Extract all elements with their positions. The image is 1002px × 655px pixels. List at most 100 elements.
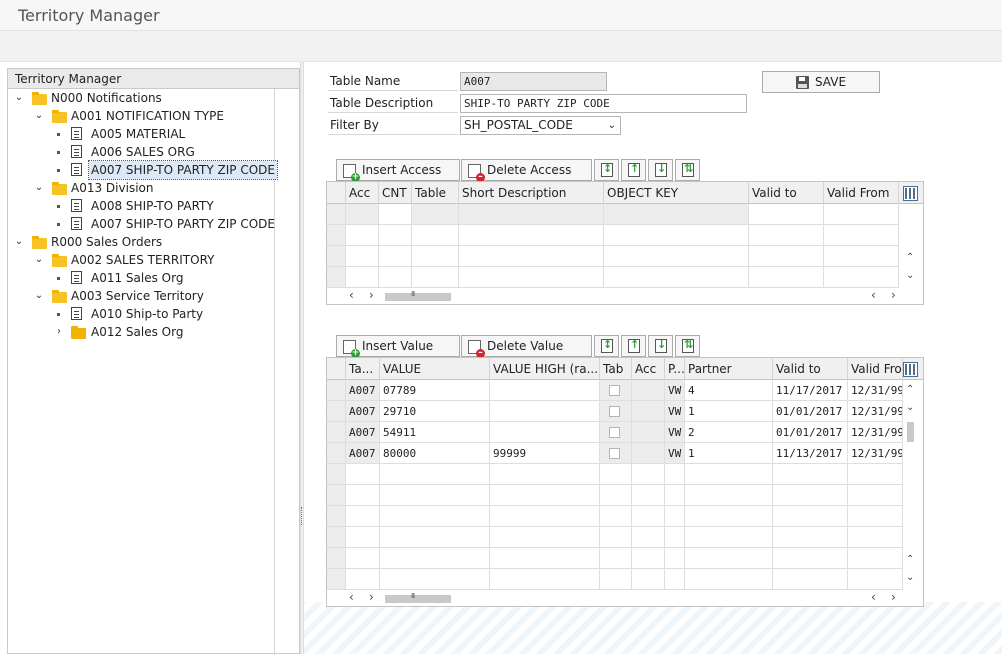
col-table[interactable]: Table <box>412 182 459 204</box>
col-p[interactable]: P... <box>665 358 685 380</box>
scroll-down-icon[interactable]: ⌄ <box>906 402 914 413</box>
scroll-left-icon[interactable]: ‹ <box>871 590 876 604</box>
col-partner[interactable]: Partner <box>685 358 773 380</box>
values-vertical-scrollbar[interactable]: ⌃ ⌄ ⌃ ⌄ <box>903 380 920 590</box>
row-selector[interactable] <box>327 569 346 590</box>
chevron-down-icon[interactable]: ⌄ <box>14 89 24 107</box>
row-selector[interactable] <box>327 204 346 225</box>
cell-acc[interactable] <box>632 443 665 464</box>
row-selector[interactable] <box>327 506 346 527</box>
table-description-field[interactable]: SHIP-TO PARTY ZIP CODE <box>460 94 747 113</box>
sort-button[interactable] <box>675 159 700 181</box>
chevron-down-icon[interactable]: ⌄ <box>34 107 44 125</box>
cell-table[interactable]: A007 <box>346 380 380 401</box>
access-horizontal-scrollbar[interactable]: ‹ › ‹ › <box>345 288 903 304</box>
cell-value[interactable]: 54911 <box>380 422 490 443</box>
col-valid-from[interactable]: Valid From <box>848 358 903 380</box>
chevron-down-icon[interactable]: ⌄ <box>34 287 44 305</box>
scroll-left-icon[interactable]: ‹ <box>871 288 876 302</box>
cell-partner[interactable]: 1 <box>685 443 773 464</box>
cell-tab[interactable] <box>600 380 632 401</box>
chevron-down-icon[interactable]: ⌄ <box>608 117 616 134</box>
cell-high[interactable] <box>490 380 600 401</box>
sort-button[interactable] <box>675 335 700 357</box>
scroll-up-icon[interactable]: ⌃ <box>906 554 914 565</box>
delete-access-button[interactable]: Delete Access <box>461 159 592 182</box>
cell-valid-to[interactable]: 01/01/2017 <box>773 422 848 443</box>
col-tab[interactable]: Tab <box>600 358 632 380</box>
col-acc[interactable]: Acc <box>632 358 665 380</box>
move-row-button[interactable] <box>594 159 619 181</box>
checkbox[interactable] <box>609 385 620 396</box>
row-selector[interactable] <box>327 422 346 443</box>
row-selector[interactable] <box>327 401 346 422</box>
row-selector[interactable] <box>327 527 346 548</box>
cell-valid-from[interactable]: 12/31/99 <box>848 380 903 401</box>
checkbox[interactable] <box>609 427 620 438</box>
scroll-up-icon[interactable]: ⌃ <box>906 252 914 263</box>
cell-partner[interactable]: 1 <box>685 401 773 422</box>
col-object-key[interactable]: OBJECT KEY <box>604 182 749 204</box>
scroll-down-icon[interactable]: ⌄ <box>906 270 914 281</box>
grid-cell[interactable] <box>824 204 899 225</box>
row-selector-header[interactable] <box>327 358 346 380</box>
checkbox[interactable] <box>609 448 620 459</box>
row-selector[interactable] <box>327 464 346 485</box>
cell-value[interactable]: 29710 <box>380 401 490 422</box>
col-valid-to[interactable]: Valid to <box>773 358 848 380</box>
delete-value-button[interactable]: Delete Value <box>461 335 592 358</box>
cell-valid-to[interactable]: 01/01/2017 <box>773 401 848 422</box>
scroll-right-icon[interactable]: › <box>369 288 374 302</box>
cell-high[interactable] <box>490 401 600 422</box>
row-selector[interactable] <box>327 225 346 246</box>
scroll-left-icon[interactable]: ‹ <box>349 288 354 302</box>
cell-tab[interactable] <box>600 422 632 443</box>
cell-valid-from[interactable]: 12/31/99 <box>848 443 903 464</box>
checkbox[interactable] <box>609 406 620 417</box>
row-selector[interactable] <box>327 267 346 288</box>
scroll-thumb[interactable] <box>385 592 451 603</box>
grid-cell[interactable] <box>749 204 824 225</box>
cell-high[interactable] <box>490 422 600 443</box>
col-cnt[interactable]: CNT <box>379 182 412 204</box>
cell-tab[interactable] <box>600 401 632 422</box>
row-selector[interactable] <box>327 380 346 401</box>
col-acc[interactable]: Acc <box>346 182 379 204</box>
move-down-button[interactable] <box>648 159 673 181</box>
splitter-grip-icon[interactable] <box>301 507 303 525</box>
col-value-high[interactable]: VALUE HIGH (ra... <box>490 358 600 380</box>
cell-value[interactable]: 07789 <box>380 380 490 401</box>
cell-p[interactable]: VW <box>665 401 685 422</box>
col-valid-to[interactable]: Valid to <box>749 182 824 204</box>
row-selector[interactable] <box>327 485 346 506</box>
cell-partner[interactable]: 2 <box>685 422 773 443</box>
scroll-right-icon[interactable]: › <box>891 590 896 604</box>
insert-access-button[interactable]: Insert Access <box>336 159 460 182</box>
cell-p[interactable]: VW <box>665 422 685 443</box>
cell-p[interactable]: VW <box>665 380 685 401</box>
insert-value-button[interactable]: Insert Value <box>336 335 460 358</box>
filter-by-select[interactable]: SH_POSTAL_CODE ⌄ <box>460 116 621 135</box>
move-down-button[interactable] <box>648 335 673 357</box>
chevron-down-icon[interactable]: ⌄ <box>14 233 24 251</box>
scroll-up-icon[interactable]: ⌃ <box>906 384 914 395</box>
values-horizontal-scrollbar[interactable]: ‹ › ‹ › <box>345 590 903 606</box>
save-button[interactable]: SAVE <box>762 71 880 93</box>
scroll-thumb[interactable] <box>907 422 914 442</box>
chevron-right-icon[interactable]: › <box>54 323 64 341</box>
cell-valid-from[interactable]: 12/31/99 <box>848 401 903 422</box>
access-vertical-scrollbar[interactable]: ⌃ ⌄ <box>903 242 920 288</box>
chevron-down-icon[interactable]: ⌄ <box>34 179 44 197</box>
col-short-description[interactable]: Short Description <box>459 182 604 204</box>
cell-acc[interactable] <box>632 380 665 401</box>
scroll-thumb[interactable] <box>385 290 451 301</box>
cell-table[interactable]: A007 <box>346 443 380 464</box>
move-up-button[interactable] <box>621 335 646 357</box>
cell-high[interactable]: 99999 <box>490 443 600 464</box>
row-selector[interactable] <box>327 246 346 267</box>
chevron-down-icon[interactable]: ⌄ <box>34 251 44 269</box>
scroll-left-icon[interactable]: ‹ <box>349 590 354 604</box>
cell-partner[interactable]: 4 <box>685 380 773 401</box>
col-valid-from[interactable]: Valid From <box>824 182 899 204</box>
cell-p[interactable]: VW <box>665 443 685 464</box>
